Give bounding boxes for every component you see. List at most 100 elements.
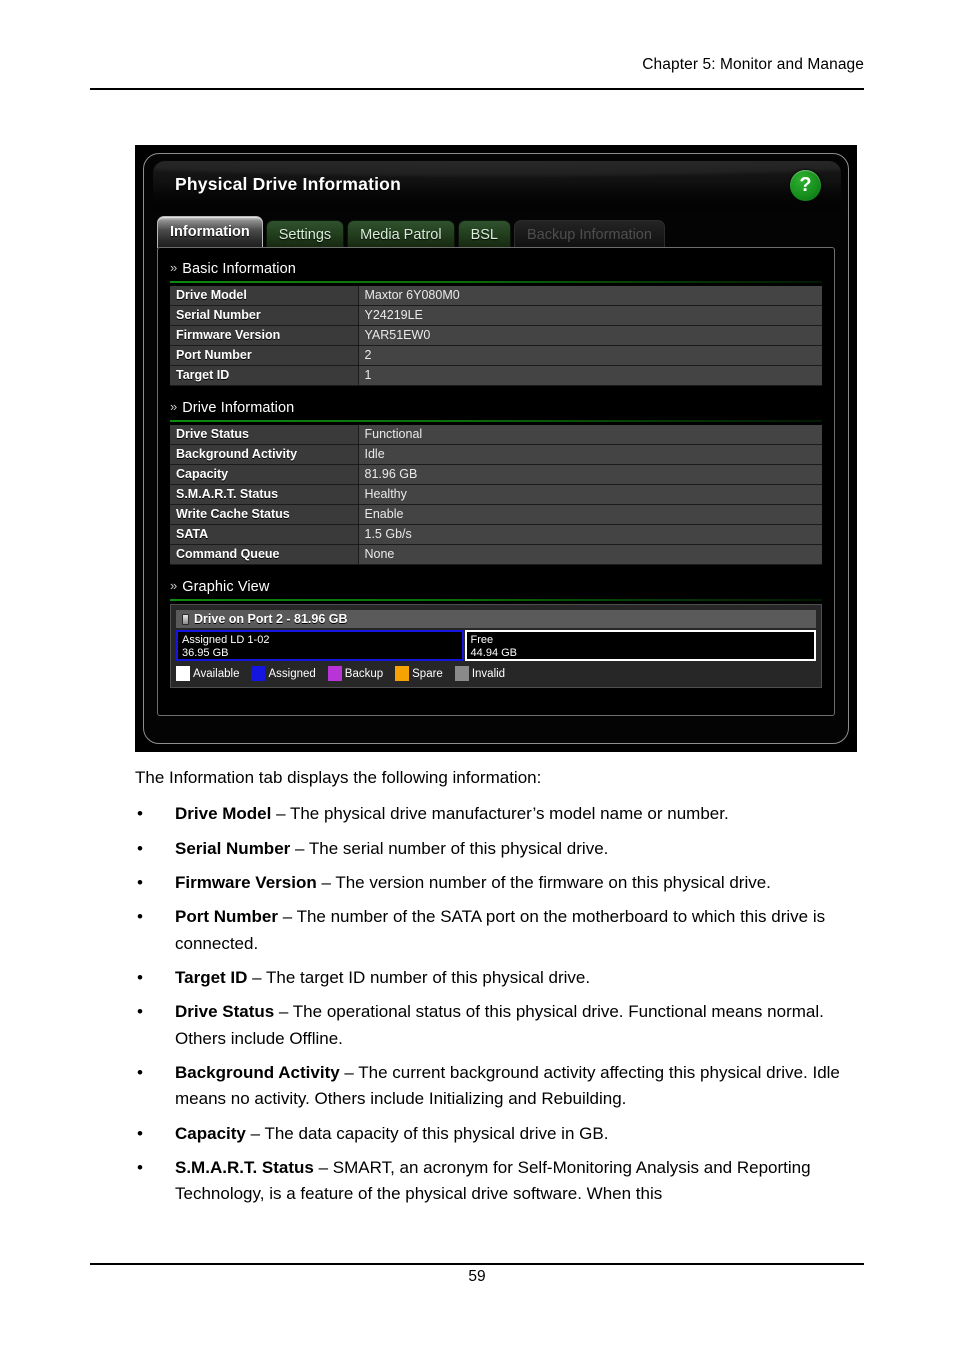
- legend-item-invalid: Invalid: [454, 666, 505, 682]
- table-row: Firmware Version YAR51EW0: [170, 325, 822, 347]
- window-body: Physical Drive Information ? Information…: [145, 155, 847, 742]
- segment-size: 44.94 GB: [470, 646, 518, 659]
- row-value: 1: [358, 365, 822, 387]
- row-value: Y24219LE: [358, 305, 822, 327]
- legend-label: Spare: [412, 667, 443, 680]
- graphic-view-box: Drive on Port 2 - 81.96 GB Assigned LD 1…: [170, 604, 822, 689]
- drive-header-label: Drive on Port 2 - 81.96 GB: [194, 612, 348, 627]
- information-bullet-list: • Drive Model – The physical drive manufa…: [135, 801, 865, 1207]
- row-label: Drive Status: [170, 425, 359, 446]
- capacity-bar: Assigned LD 1-02 36.95 GB Free 44.94 GB: [176, 630, 816, 662]
- section-rule: [170, 420, 822, 423]
- list-item-desc: – The version number of the firmware on …: [316, 873, 771, 893]
- chevron-down-icon: »: [170, 260, 177, 275]
- row-value: None: [358, 544, 822, 566]
- list-item-term: Port Number: [175, 907, 278, 927]
- chevron-down-icon: »: [170, 578, 177, 594]
- table-row: Write Cache Status Enable: [170, 504, 822, 526]
- list-item-desc: – The physical drive manufacturer’s mode…: [271, 804, 729, 824]
- capacity-legend: Available Assigned Backup Spare Invalid: [176, 665, 816, 682]
- footer-divider: [90, 1263, 864, 1265]
- table-row: Port Number 2: [170, 345, 822, 367]
- legend-swatch-available: [176, 666, 190, 682]
- row-label: Capacity: [170, 464, 359, 486]
- segment-name: Assigned LD 1-02: [182, 634, 270, 647]
- row-label: S.M.A.R.T. Status: [170, 484, 359, 506]
- section-header-graphic-view[interactable]: » Graphic View: [170, 576, 822, 597]
- row-value: 81.96 GB: [358, 464, 822, 486]
- bullet-icon: •: [137, 1158, 143, 1178]
- window-title: Physical Drive Information: [175, 174, 401, 194]
- list-item-term: Drive Model: [175, 804, 272, 824]
- table-row: Command Queue None: [170, 544, 822, 566]
- bullet-icon: •: [137, 1063, 143, 1083]
- bullet-icon: •: [137, 873, 143, 893]
- row-label: Command Queue: [170, 544, 359, 566]
- list-item-term: Serial Number: [175, 838, 291, 858]
- row-label: Target ID: [170, 365, 359, 387]
- list-item: • S.M.A.R.T. Status – SMART, an acronym f…: [135, 1155, 865, 1208]
- list-item-desc: – The serial number of this physical dri…: [290, 838, 609, 858]
- row-label: SATA: [170, 524, 359, 546]
- section-title-graphic-view: Graphic View: [182, 578, 270, 595]
- list-item: • Port Number – The number of the SATA po…: [135, 904, 865, 957]
- table-row: S.M.A.R.T. Status Healthy: [170, 484, 822, 506]
- tab-information[interactable]: Information: [157, 216, 263, 248]
- list-item-desc: – The target ID number of this physical …: [247, 968, 591, 988]
- tab-backup-information: Backup Information: [513, 220, 665, 248]
- segment-size: 36.95 GB: [182, 646, 229, 659]
- intro-paragraph: The Information tab displays the followi…: [135, 768, 542, 787]
- capacity-segment-free[interactable]: Free 44.94 GB: [464, 630, 816, 662]
- tab-bsl[interactable]: BSL: [457, 220, 511, 248]
- legend-item-assigned: Assigned: [251, 666, 316, 682]
- legend-swatch-invalid: [454, 666, 469, 682]
- bullet-icon: •: [137, 968, 143, 988]
- section-header-drive-information[interactable]: » Drive Information: [170, 397, 822, 418]
- section-header-basic-information[interactable]: » Basic Information: [170, 258, 822, 279]
- list-item: • Capacity – The data capacity of this ph…: [135, 1121, 865, 1147]
- drive-information-table: Drive Status Functional Background Activ…: [170, 425, 822, 566]
- tab-bar: Information Settings Media Patrol BSL Ba…: [157, 216, 665, 248]
- table-row: Serial Number Y24219LE: [170, 305, 822, 327]
- list-item-term: Firmware Version: [175, 873, 317, 893]
- list-item: • Serial Number – The serial number of th…: [135, 836, 865, 862]
- list-item: • Background Activity – The current backg…: [135, 1060, 865, 1113]
- document-page: Chapter 5: Monitor and Manage Physical D…: [0, 0, 954, 1352]
- tab-media-patrol[interactable]: Media Patrol: [347, 220, 455, 248]
- list-item-term: Target ID: [175, 968, 248, 988]
- bullet-icon: •: [137, 1002, 143, 1022]
- physical-drive-information-window: Physical Drive Information ? Information…: [143, 153, 849, 744]
- row-label: Drive Model: [170, 286, 359, 307]
- window-titlebar: Physical Drive Information ?: [153, 161, 841, 211]
- row-value: 1.5 Gb/s: [358, 524, 822, 546]
- row-value: Healthy: [358, 484, 822, 506]
- tab-settings[interactable]: Settings: [265, 220, 345, 248]
- table-row: Capacity 81.96 GB: [170, 464, 822, 486]
- list-item: • Firmware Version – The version number o…: [135, 870, 865, 896]
- help-icon[interactable]: ?: [790, 170, 821, 201]
- section-title-basic-information: Basic Information: [182, 260, 296, 277]
- running-header: Chapter 5: Monitor and Manage: [642, 56, 864, 73]
- hard-drive-icon: [182, 613, 189, 625]
- drive-header: Drive on Port 2 - 81.96 GB: [176, 610, 816, 629]
- information-tab-panel: » Basic Information Drive Model Maxtor 6…: [157, 247, 835, 716]
- bullet-icon: •: [137, 1123, 143, 1143]
- legend-item-available: Available: [176, 666, 239, 682]
- row-label: Write Cache Status: [170, 504, 359, 526]
- row-value: Maxtor 6Y080M0: [358, 286, 822, 307]
- table-row: Drive Model Maxtor 6Y080M0: [170, 286, 822, 307]
- capacity-segment-assigned[interactable]: Assigned LD 1-02 36.95 GB: [176, 630, 464, 662]
- row-value: YAR51EW0: [358, 325, 822, 347]
- row-label: Port Number: [170, 345, 359, 367]
- legend-label: Assigned: [268, 667, 316, 680]
- section-rule: [170, 281, 822, 283]
- table-row: SATA 1.5 Gb/s: [170, 524, 822, 546]
- list-item: • Target ID – The target ID number of thi…: [135, 965, 865, 991]
- legend-swatch-backup: [327, 666, 342, 682]
- legend-label: Backup: [344, 667, 384, 680]
- row-label: Firmware Version: [170, 325, 359, 347]
- basic-information-table: Drive Model Maxtor 6Y080M0 Serial Number…: [170, 286, 822, 387]
- legend-item-backup: Backup: [327, 666, 384, 682]
